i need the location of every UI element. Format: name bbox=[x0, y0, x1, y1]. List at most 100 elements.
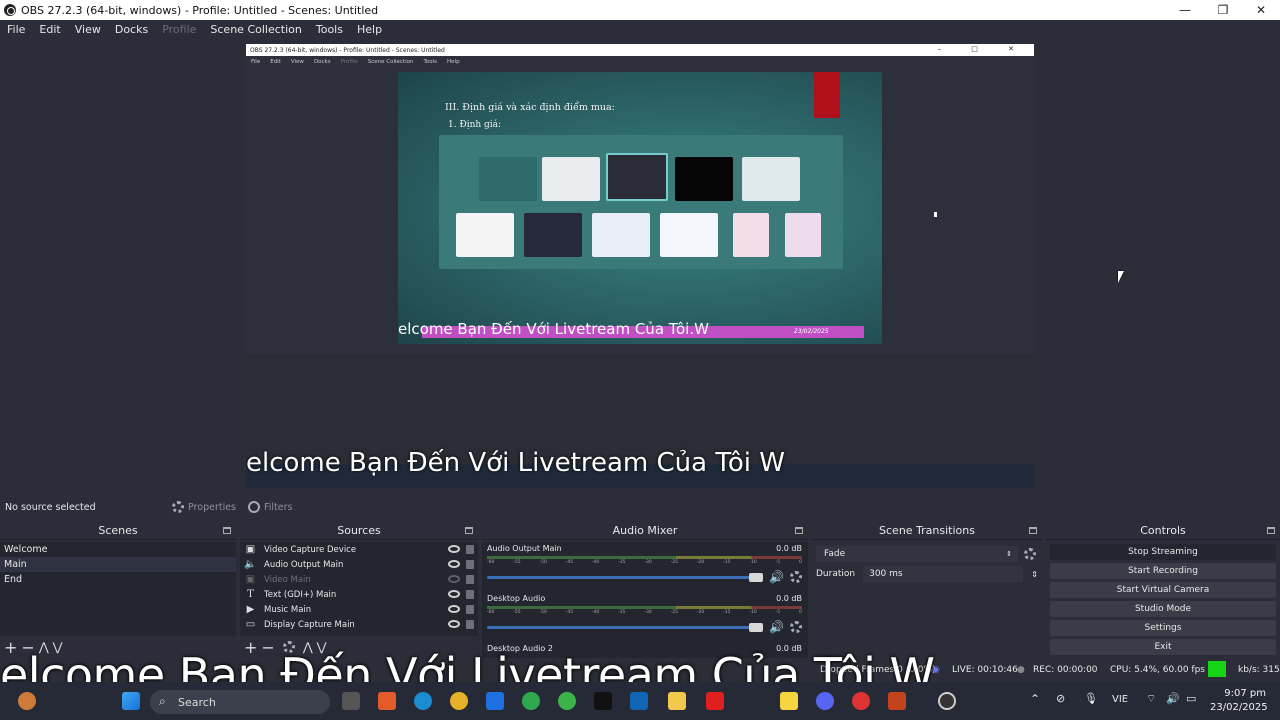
start-virtual-camera-button[interactable]: Start Virtual Camera bbox=[1050, 582, 1276, 598]
volume-slider[interactable] bbox=[487, 572, 764, 582]
task-view-icon[interactable] bbox=[342, 692, 360, 710]
chrome-icon[interactable] bbox=[522, 692, 540, 710]
source-name: Music Main bbox=[264, 604, 312, 615]
settings-button[interactable]: Settings bbox=[1050, 620, 1276, 636]
source-item[interactable]: 🔈 Audio Output Main bbox=[240, 557, 478, 572]
minimize-button[interactable]: — bbox=[1166, 0, 1204, 20]
menu-tools[interactable]: Tools bbox=[309, 23, 350, 36]
lock-icon[interactable] bbox=[466, 560, 474, 569]
eye-icon[interactable] bbox=[448, 590, 460, 598]
gear-icon[interactable] bbox=[790, 621, 802, 633]
obs-icon[interactable] bbox=[938, 692, 956, 710]
transition-select[interactable]: Fade ⇕ bbox=[816, 546, 1018, 562]
source-item[interactable]: ▣ Video Main bbox=[240, 572, 478, 587]
menu-scene-collection[interactable]: Scene Collection bbox=[203, 23, 308, 36]
chevron-up-icon[interactable]: ⌃ bbox=[1030, 692, 1040, 706]
properties-button[interactable]: Properties bbox=[166, 497, 242, 517]
windows-start-icon[interactable] bbox=[122, 692, 140, 710]
slider-handle[interactable] bbox=[749, 572, 764, 582]
eye-icon[interactable] bbox=[448, 560, 460, 568]
monitor-icon: ▭ bbox=[245, 619, 256, 630]
volume-icon[interactable]: 🔊 bbox=[1166, 692, 1180, 705]
wifi-icon[interactable]: ⌔ bbox=[1146, 692, 1156, 706]
source-item[interactable]: ▣ Video Capture Device bbox=[240, 542, 478, 557]
sticky-notes-icon[interactable] bbox=[780, 692, 798, 710]
slide-subheading: 1. Định giá: bbox=[448, 120, 502, 130]
discord-icon[interactable] bbox=[816, 692, 834, 710]
lock-icon[interactable] bbox=[466, 545, 474, 554]
slider-handle[interactable] bbox=[749, 622, 764, 632]
exit-button[interactable]: Exit bbox=[1050, 639, 1276, 655]
undock-icon[interactable] bbox=[1267, 527, 1275, 534]
lock-icon[interactable] bbox=[466, 575, 474, 584]
search-box[interactable]: ⌕ Search bbox=[150, 690, 330, 714]
undock-icon[interactable] bbox=[223, 527, 231, 534]
close-button[interactable]: ✕ bbox=[1242, 0, 1280, 20]
scene-item[interactable]: End bbox=[0, 572, 236, 587]
audio-mixer-header: Audio Mixer bbox=[482, 522, 808, 540]
source-item[interactable]: ▭ Display Capture Main bbox=[240, 617, 478, 632]
undock-icon[interactable] bbox=[465, 527, 473, 534]
maximize-button[interactable]: ❐ bbox=[1204, 0, 1242, 20]
network-off-icon[interactable]: ⊘ bbox=[1056, 692, 1065, 705]
youtube-icon[interactable] bbox=[706, 692, 724, 710]
powerpoint-icon[interactable] bbox=[888, 692, 906, 710]
battery-icon[interactable]: ▭ bbox=[1186, 692, 1196, 705]
eye-hidden-icon[interactable] bbox=[448, 575, 460, 583]
volume-slider[interactable] bbox=[487, 622, 764, 632]
source-item[interactable]: T Text (GDI+) Main bbox=[240, 587, 478, 602]
stop-streaming-button[interactable]: Stop Streaming bbox=[1050, 544, 1276, 560]
dropbox-icon[interactable] bbox=[486, 692, 504, 710]
capcut-icon[interactable] bbox=[594, 692, 612, 710]
preview-canvas[interactable]: OBS 27.2.3 (64-bit, windows) - Profile: … bbox=[0, 38, 1280, 494]
folder-icon[interactable] bbox=[668, 692, 686, 710]
studio-mode-button[interactable]: Studio Mode bbox=[1050, 601, 1276, 617]
clock[interactable]: 9:07 pm 23/02/2025 bbox=[1210, 687, 1268, 715]
controls-header: Controls bbox=[1046, 522, 1280, 540]
app-icon[interactable] bbox=[558, 692, 576, 710]
speaker-icon[interactable]: 🔊 bbox=[769, 570, 784, 584]
gear-icon[interactable] bbox=[790, 571, 802, 583]
source-item[interactable]: ▶ Music Main bbox=[240, 602, 478, 617]
window-thumbnail bbox=[785, 213, 821, 257]
edge-icon[interactable] bbox=[414, 692, 432, 710]
duration-input[interactable]: 300 ms bbox=[863, 566, 1024, 582]
speaker-icon: 🔈 bbox=[244, 559, 257, 570]
start-recording-button[interactable]: Start Recording bbox=[1050, 563, 1276, 579]
gear-icon[interactable] bbox=[1024, 548, 1036, 560]
menu-help[interactable]: Help bbox=[350, 23, 389, 36]
speaker-icon[interactable]: 🔊 bbox=[769, 620, 784, 634]
eye-icon[interactable] bbox=[448, 545, 460, 553]
menu-view[interactable]: View bbox=[68, 23, 108, 36]
window-thumbnail bbox=[524, 213, 582, 257]
app-icon[interactable] bbox=[852, 692, 870, 710]
mouse-pointer-icon bbox=[934, 212, 937, 217]
sources-dock: Sources ▣ Video Capture Device 🔈 Audio Out… bbox=[240, 522, 478, 658]
language-indicator[interactable]: VIE bbox=[1112, 694, 1128, 705]
undock-icon[interactable] bbox=[795, 527, 803, 534]
captured-screen: OBS 27.2.3 (64-bit, windows) - Profile: … bbox=[246, 44, 1034, 488]
eye-icon[interactable] bbox=[448, 605, 460, 613]
chrome-icon[interactable] bbox=[450, 692, 468, 710]
widgets-icon[interactable] bbox=[18, 692, 36, 710]
scene-item[interactable]: Main bbox=[0, 557, 236, 572]
microphone-icon[interactable]: 🎙 bbox=[1084, 692, 1098, 705]
lock-icon[interactable] bbox=[466, 605, 474, 614]
window-thumbnail bbox=[542, 157, 600, 201]
controls-body: Stop Streaming Start Recording Start Vir… bbox=[1046, 542, 1280, 658]
scene-item[interactable]: Welcome bbox=[0, 542, 236, 557]
menu-file[interactable]: File bbox=[0, 23, 32, 36]
lock-icon[interactable] bbox=[466, 620, 474, 629]
no-source-label: No source selected bbox=[5, 501, 96, 513]
eye-icon[interactable] bbox=[448, 620, 460, 628]
menu-docks[interactable]: Docks bbox=[108, 23, 155, 36]
menu-profile[interactable]: Profile bbox=[155, 23, 203, 36]
undock-icon[interactable] bbox=[1029, 527, 1037, 534]
inner-menu-item: Tools bbox=[423, 58, 438, 65]
lock-icon[interactable] bbox=[466, 590, 474, 599]
spinner-icon[interactable]: ⇕ bbox=[1031, 570, 1038, 579]
menu-edit[interactable]: Edit bbox=[32, 23, 67, 36]
filters-button[interactable]: Filters bbox=[242, 497, 298, 517]
outlook-icon[interactable] bbox=[630, 692, 648, 710]
app-icon[interactable] bbox=[378, 692, 396, 710]
